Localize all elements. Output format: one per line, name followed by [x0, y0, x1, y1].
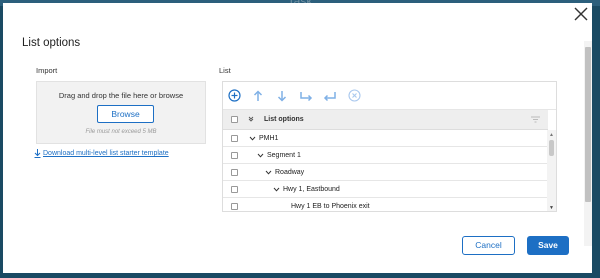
chevron-down-icon[interactable] — [249, 136, 256, 141]
column-header-label: List options — [264, 116, 304, 123]
list-item[interactable]: Hwy 1, Eastbound — [223, 181, 548, 198]
chevron-down-icon[interactable] — [265, 170, 272, 175]
file-size-note: File must not exceed 5 MB — [85, 129, 157, 135]
row-checkbox[interactable] — [230, 134, 238, 142]
scroll-up-icon[interactable]: ▲ — [549, 132, 554, 138]
save-button[interactable]: Save — [527, 236, 569, 255]
collapse-all-icon[interactable] — [248, 116, 254, 124]
add-icon[interactable] — [227, 89, 241, 103]
list-item[interactable]: PMH1 — [223, 130, 548, 147]
move-up-icon[interactable] — [251, 89, 265, 103]
select-all-checkbox[interactable] — [230, 116, 238, 123]
list-item-label: Hwy 1 EB to Phoenix exit — [291, 202, 370, 210]
list-item-label: Segment 1 — [267, 151, 301, 159]
move-down-icon[interactable] — [275, 89, 289, 103]
dropzone-text: Drag and drop the file here or browse — [58, 91, 184, 100]
file-dropzone[interactable]: Drag and drop the file here or browse Br… — [36, 81, 206, 144]
dialog-scrollbar-thumb[interactable] — [585, 47, 591, 202]
download-link-text: Download multi-level list starter templa… — [43, 150, 169, 157]
list-item[interactable]: Segment 1 — [223, 147, 548, 164]
list-item-label: Roadway — [275, 168, 305, 176]
list-options-dialog: List options Import List Drag and drop t… — [3, 3, 592, 273]
list-label: List — [219, 66, 231, 75]
cancel-button[interactable]: Cancel — [462, 236, 515, 255]
list-scrollbar[interactable]: ▲ ▼ — [547, 130, 556, 211]
list-item-label: PMH1 — [259, 134, 279, 142]
import-label: Import — [36, 66, 58, 75]
list-item-label: Hwy 1, Eastbound — [283, 185, 340, 193]
list-header: List options — [223, 110, 548, 130]
download-template-link[interactable]: Download multi-level list starter templa… — [34, 149, 169, 158]
outdent-icon[interactable] — [323, 89, 337, 103]
chevron-down-icon[interactable] — [273, 187, 280, 192]
browse-button[interactable]: Browse — [97, 105, 154, 123]
scroll-down-icon[interactable]: ▼ — [549, 205, 554, 211]
dialog-title: List options — [22, 37, 81, 49]
chevron-down-icon[interactable] — [257, 153, 264, 158]
list-toolbar — [223, 82, 556, 110]
row-checkbox[interactable] — [230, 185, 238, 193]
indent-icon[interactable] — [299, 89, 313, 103]
filter-icon[interactable] — [531, 116, 540, 123]
row-checkbox[interactable] — [230, 202, 238, 210]
list-scrollbar-thumb[interactable] — [549, 140, 554, 156]
row-checkbox[interactable] — [230, 168, 238, 176]
close-icon[interactable] — [572, 5, 590, 23]
list-panel: List options PMH1 Segment 1 Roadway Hwy … — [222, 81, 557, 212]
list-item[interactable]: Hwy 1 EB to Phoenix exit — [223, 198, 548, 211]
list-rows: PMH1 Segment 1 Roadway Hwy 1, Eastbound … — [223, 130, 548, 211]
download-icon — [34, 149, 41, 158]
row-checkbox[interactable] — [230, 151, 238, 159]
remove-icon[interactable] — [347, 89, 361, 103]
dialog-scrollbar[interactable] — [584, 41, 592, 246]
list-item[interactable]: Roadway — [223, 164, 548, 181]
